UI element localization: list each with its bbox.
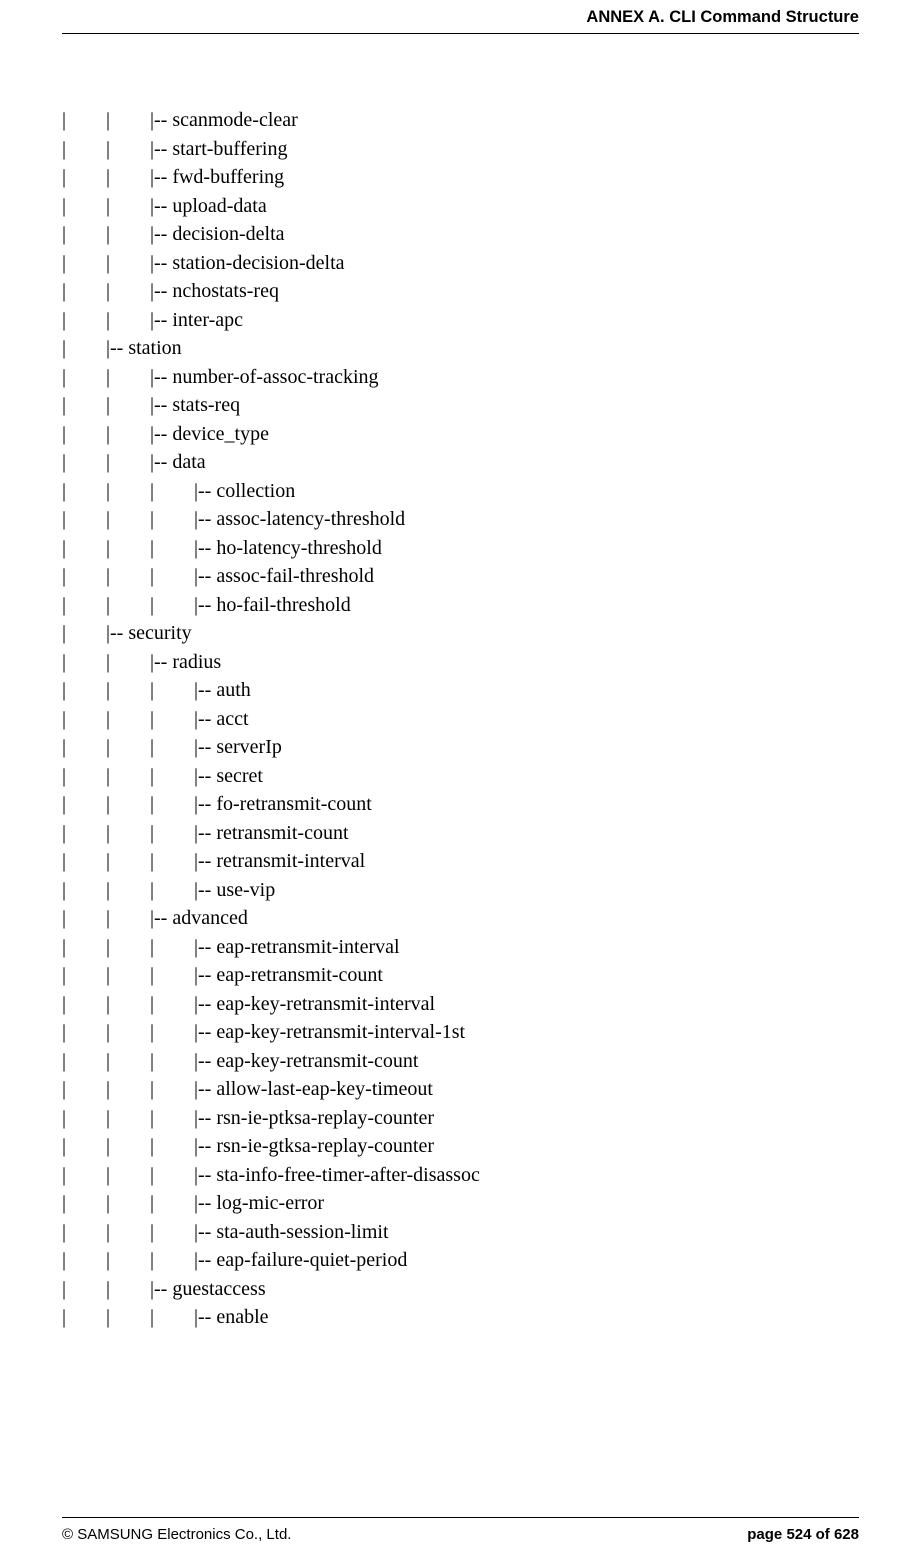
tree-line: | | | |-- sta-auth-session-limit — [62, 1218, 859, 1247]
tree-line: | | |-- guestaccess — [62, 1275, 859, 1304]
tree-line: | | |-- scanmode-clear — [62, 106, 859, 135]
tree-line: | | |-- number-of-assoc-tracking — [62, 363, 859, 392]
header-title: ANNEX A. CLI Command Structure — [586, 8, 859, 26]
tree-line: | | | |-- log-mic-error — [62, 1189, 859, 1218]
tree-line: | | |-- decision-delta — [62, 220, 859, 249]
tree-line: | | | |-- ho-fail-threshold — [62, 591, 859, 620]
tree-line: | | | |-- auth — [62, 676, 859, 705]
tree-line: | | | |-- sta-info-free-timer-after-disa… — [62, 1161, 859, 1190]
tree-line: | | | |-- eap-key-retransmit-count — [62, 1047, 859, 1076]
tree-line: | | | |-- eap-retransmit-interval — [62, 933, 859, 962]
page-footer: © SAMSUNG Electronics Co., Ltd. page 524… — [62, 1517, 859, 1543]
cli-tree: | | |-- scanmode-clear| | |-- start-buff… — [62, 34, 859, 1332]
tree-line: | | | |-- eap-failure-quiet-period — [62, 1246, 859, 1275]
page-header: ANNEX A. CLI Command Structure — [62, 0, 859, 34]
tree-line: | |-- security — [62, 619, 859, 648]
tree-line: | | |-- data — [62, 448, 859, 477]
tree-line: | | | |-- acct — [62, 705, 859, 734]
tree-line: | | | |-- secret — [62, 762, 859, 791]
tree-line: | | | |-- eap-key-retransmit-interval-1s… — [62, 1018, 859, 1047]
tree-line: | | | |-- fo-retransmit-count — [62, 790, 859, 819]
tree-line: | | |-- inter-apc — [62, 306, 859, 335]
tree-line: | | | |-- assoc-fail-threshold — [62, 562, 859, 591]
tree-line: | | | |-- retransmit-interval — [62, 847, 859, 876]
tree-line: | | |-- nchostats-req — [62, 277, 859, 306]
tree-line: | | |-- station-decision-delta — [62, 249, 859, 278]
tree-line: | | | |-- collection — [62, 477, 859, 506]
document-page: ANNEX A. CLI Command Structure | | |-- s… — [0, 0, 921, 1565]
tree-line: | | | |-- serverIp — [62, 733, 859, 762]
tree-line: | | |-- upload-data — [62, 192, 859, 221]
footer-page-number: page 524 of 628 — [747, 1526, 859, 1543]
tree-line: | | | |-- retransmit-count — [62, 819, 859, 848]
tree-line: | | | |-- enable — [62, 1303, 859, 1332]
tree-line: | | |-- advanced — [62, 904, 859, 933]
tree-line: | | |-- device_type — [62, 420, 859, 449]
tree-line: | | | |-- assoc-latency-threshold — [62, 505, 859, 534]
tree-line: | | | |-- ho-latency-threshold — [62, 534, 859, 563]
tree-line: | | |-- stats-req — [62, 391, 859, 420]
tree-line: | | |-- radius — [62, 648, 859, 677]
tree-line: | | | |-- use-vip — [62, 876, 859, 905]
tree-line: | | | |-- eap-key-retransmit-interval — [62, 990, 859, 1019]
tree-line: | | | |-- allow-last-eap-key-timeout — [62, 1075, 859, 1104]
tree-line: | | | |-- rsn-ie-gtksa-replay-counter — [62, 1132, 859, 1161]
tree-line: | | |-- start-buffering — [62, 135, 859, 164]
tree-line: | | |-- fwd-buffering — [62, 163, 859, 192]
tree-line: | | | |-- eap-retransmit-count — [62, 961, 859, 990]
tree-line: | | | |-- rsn-ie-ptksa-replay-counter — [62, 1104, 859, 1133]
footer-copyright: © SAMSUNG Electronics Co., Ltd. — [62, 1526, 291, 1543]
tree-line: | |-- station — [62, 334, 859, 363]
